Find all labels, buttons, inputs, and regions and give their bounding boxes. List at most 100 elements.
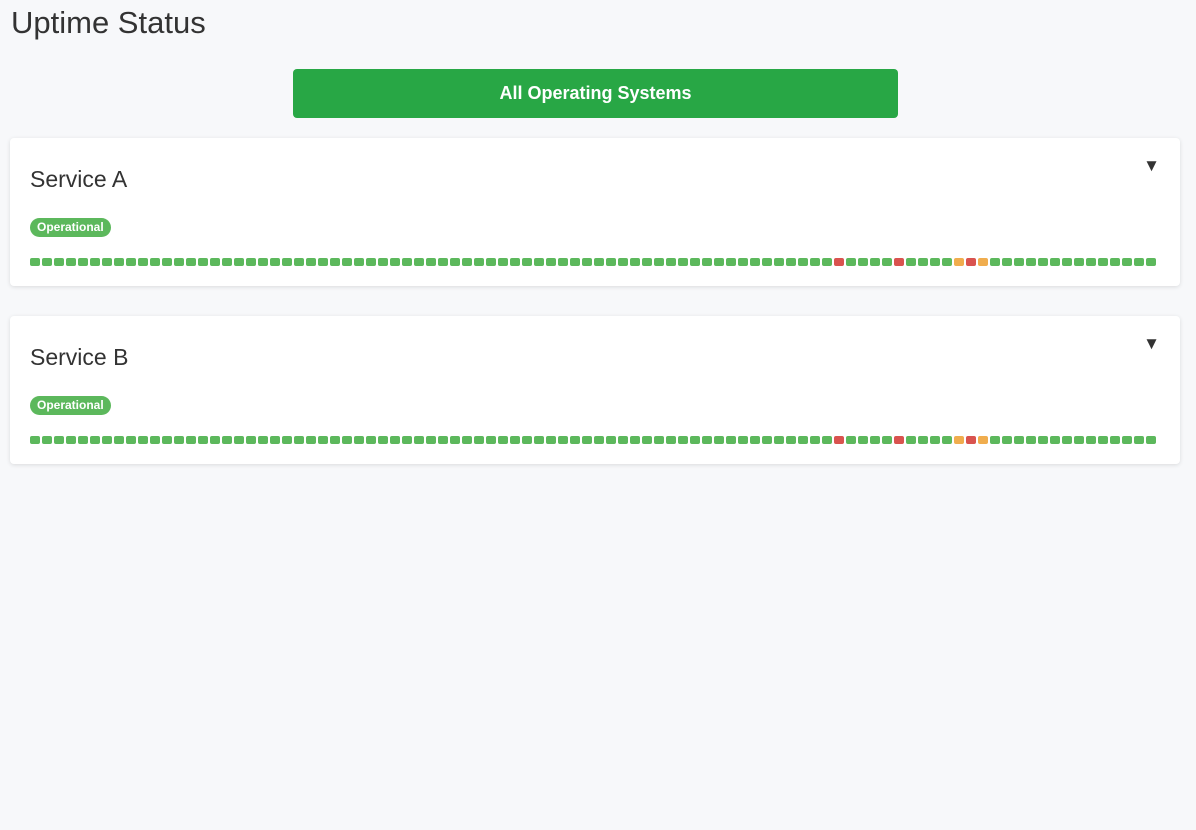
uptime-day-segment[interactable] [234, 258, 244, 266]
uptime-day-segment[interactable] [126, 436, 136, 444]
uptime-day-segment[interactable] [1134, 258, 1144, 266]
uptime-day-segment[interactable] [378, 258, 388, 266]
uptime-day-segment[interactable] [126, 258, 136, 266]
uptime-day-segment[interactable] [642, 258, 652, 266]
uptime-day-segment[interactable] [522, 258, 532, 266]
uptime-day-segment[interactable] [66, 258, 76, 266]
uptime-day-segment[interactable] [186, 258, 196, 266]
uptime-day-segment[interactable] [1050, 436, 1060, 444]
uptime-day-segment[interactable] [474, 258, 484, 266]
uptime-day-segment[interactable] [630, 436, 640, 444]
uptime-day-segment[interactable] [906, 436, 916, 444]
uptime-day-segment[interactable] [1002, 258, 1012, 266]
uptime-day-segment[interactable] [918, 436, 928, 444]
uptime-day-segment[interactable] [294, 436, 304, 444]
uptime-day-segment[interactable] [750, 258, 760, 266]
uptime-day-segment[interactable] [810, 258, 820, 266]
uptime-day-segment[interactable] [498, 258, 508, 266]
uptime-day-segment[interactable] [1110, 258, 1120, 266]
uptime-day-segment[interactable] [678, 436, 688, 444]
uptime-day-segment[interactable] [558, 436, 568, 444]
uptime-day-segment[interactable] [102, 436, 112, 444]
uptime-day-segment[interactable] [990, 258, 1000, 266]
uptime-day-segment[interactable] [846, 258, 856, 266]
uptime-day-segment[interactable] [858, 436, 868, 444]
uptime-day-segment[interactable] [858, 258, 868, 266]
uptime-day-segment[interactable] [990, 436, 1000, 444]
uptime-day-segment[interactable] [486, 436, 496, 444]
uptime-day-segment[interactable] [54, 436, 64, 444]
uptime-day-segment[interactable] [1134, 436, 1144, 444]
uptime-day-segment[interactable] [738, 436, 748, 444]
uptime-day-segment[interactable] [786, 436, 796, 444]
uptime-day-segment[interactable] [174, 258, 184, 266]
expand-toggle-icon[interactable]: ▼ [1143, 156, 1160, 176]
uptime-day-segment[interactable] [78, 436, 88, 444]
uptime-day-segment[interactable] [726, 258, 736, 266]
uptime-day-segment[interactable] [630, 258, 640, 266]
uptime-day-segment[interactable] [438, 258, 448, 266]
uptime-day-segment[interactable] [354, 258, 364, 266]
uptime-day-segment[interactable] [342, 436, 352, 444]
uptime-day-segment[interactable] [666, 436, 676, 444]
uptime-day-segment[interactable] [390, 436, 400, 444]
uptime-day-segment[interactable] [570, 436, 580, 444]
uptime-day-segment[interactable] [774, 258, 784, 266]
uptime-day-segment[interactable] [582, 258, 592, 266]
uptime-day-segment[interactable] [714, 436, 724, 444]
uptime-day-segment[interactable] [42, 436, 52, 444]
uptime-day-segment[interactable] [750, 436, 760, 444]
uptime-day-segment[interactable] [978, 258, 988, 266]
uptime-day-segment[interactable] [882, 436, 892, 444]
uptime-day-segment[interactable] [66, 436, 76, 444]
uptime-day-segment[interactable] [1086, 258, 1096, 266]
uptime-day-segment[interactable] [246, 258, 256, 266]
uptime-day-segment[interactable] [594, 258, 604, 266]
uptime-day-segment[interactable] [414, 436, 424, 444]
uptime-day-segment[interactable] [738, 258, 748, 266]
uptime-day-segment[interactable] [282, 436, 292, 444]
uptime-day-segment[interactable] [426, 258, 436, 266]
uptime-day-segment[interactable] [702, 258, 712, 266]
uptime-day-segment[interactable] [1062, 258, 1072, 266]
uptime-day-segment[interactable] [222, 436, 232, 444]
uptime-day-segment[interactable] [318, 258, 328, 266]
uptime-day-segment[interactable] [210, 258, 220, 266]
uptime-day-segment[interactable] [1146, 258, 1156, 266]
uptime-day-segment[interactable] [894, 258, 904, 266]
uptime-day-segment[interactable] [546, 436, 556, 444]
uptime-day-segment[interactable] [1086, 436, 1096, 444]
uptime-day-segment[interactable] [246, 436, 256, 444]
uptime-day-segment[interactable] [882, 258, 892, 266]
uptime-day-segment[interactable] [450, 258, 460, 266]
uptime-day-segment[interactable] [330, 436, 340, 444]
uptime-day-segment[interactable] [222, 258, 232, 266]
uptime-day-segment[interactable] [1074, 258, 1084, 266]
uptime-day-segment[interactable] [174, 436, 184, 444]
expand-toggle-icon[interactable]: ▼ [1143, 334, 1160, 354]
uptime-day-segment[interactable] [774, 436, 784, 444]
uptime-day-segment[interactable] [702, 436, 712, 444]
uptime-day-segment[interactable] [438, 436, 448, 444]
uptime-day-segment[interactable] [1026, 258, 1036, 266]
uptime-day-segment[interactable] [306, 436, 316, 444]
uptime-day-segment[interactable] [558, 258, 568, 266]
uptime-day-segment[interactable] [534, 436, 544, 444]
uptime-day-segment[interactable] [654, 258, 664, 266]
uptime-day-segment[interactable] [954, 258, 964, 266]
uptime-day-segment[interactable] [198, 436, 208, 444]
uptime-day-segment[interactable] [522, 436, 532, 444]
uptime-day-segment[interactable] [90, 436, 100, 444]
uptime-day-segment[interactable] [810, 436, 820, 444]
uptime-day-segment[interactable] [366, 436, 376, 444]
uptime-day-segment[interactable] [1038, 436, 1048, 444]
uptime-day-segment[interactable] [606, 258, 616, 266]
uptime-day-segment[interactable] [1014, 258, 1024, 266]
uptime-day-segment[interactable] [642, 436, 652, 444]
uptime-day-segment[interactable] [570, 258, 580, 266]
uptime-day-segment[interactable] [690, 436, 700, 444]
uptime-day-segment[interactable] [258, 258, 268, 266]
uptime-day-segment[interactable] [966, 258, 976, 266]
uptime-day-segment[interactable] [1038, 258, 1048, 266]
uptime-day-segment[interactable] [114, 258, 124, 266]
